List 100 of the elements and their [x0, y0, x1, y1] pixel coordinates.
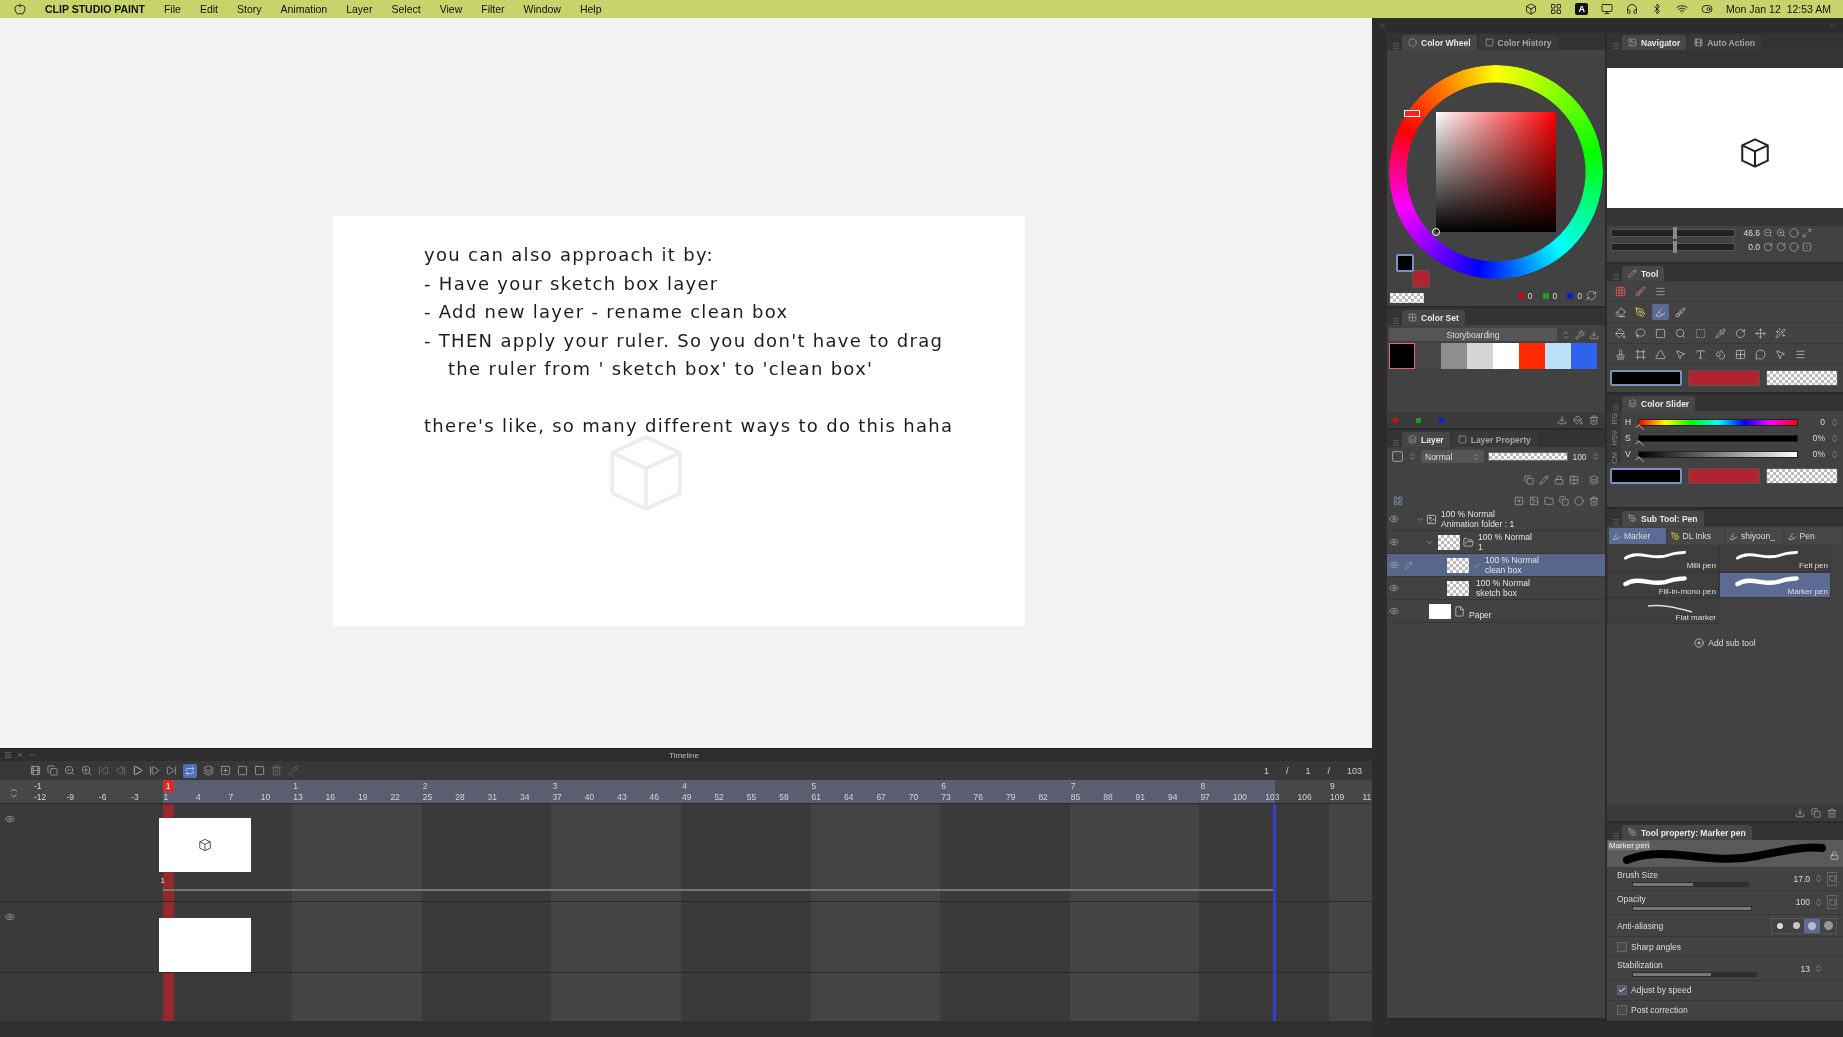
menu-item[interactable]: Select: [391, 3, 421, 15]
menu-item[interactable]: Edit: [199, 3, 218, 15]
opacity-value[interactable]: 100: [1572, 451, 1587, 462]
setting-label: Anti-aliasing: [1617, 920, 1664, 931]
layer-row[interactable]: 100 % Normal clean box: [1387, 554, 1605, 577]
frame-number: 94: [1168, 792, 1178, 802]
layer-mode: 100 % Normal: [1478, 532, 1532, 542]
second-label: 8: [1200, 781, 1206, 791]
sub-tool-item[interactable]: Marker pen: [1719, 572, 1831, 598]
frame-counter: 1: [1263, 765, 1269, 776]
sub-tool-item[interactable]: Felt pen: [1719, 546, 1831, 572]
frame-number: 61: [811, 792, 822, 802]
frame-number: 82: [1038, 792, 1048, 802]
frame-number: -9: [66, 792, 74, 802]
panel-tab[interactable]: Tool property: Marker pen: [1622, 825, 1752, 840]
sub-tool-group-tab[interactable]: Marker: [1609, 528, 1666, 544]
frame-number: 11: [1362, 792, 1372, 802]
menu-item[interactable]: Window: [523, 3, 561, 15]
slider-label: V: [1625, 449, 1632, 459]
frame-number: 43: [617, 792, 627, 802]
frame-number: 49: [682, 792, 692, 802]
menu-item[interactable]: File: [163, 3, 181, 15]
frame-counter: /: [1327, 765, 1330, 776]
panel-tab[interactable]: Tool: [1622, 266, 1665, 281]
sub-tool-name: Marker pen: [1787, 587, 1828, 596]
color-set-select[interactable]: Storyboarding: [1389, 328, 1557, 341]
zoom-value: 46.6: [1742, 228, 1760, 238]
layer-name: sketch box: [1476, 588, 1518, 598]
sub-tool-group-tab[interactable]: Pen: [1784, 528, 1841, 544]
second-label: 1: [293, 781, 298, 791]
menu-item[interactable]: View: [439, 3, 463, 15]
menu-item[interactable]: Help: [579, 3, 602, 15]
panel-tab[interactable]: Layer: [1402, 432, 1450, 447]
sub-tool-group-tab[interactable]: DL Inks: [1667, 528, 1724, 544]
layer-mode: 100 % Normal: [1476, 578, 1530, 588]
note-line: - THEN apply your ruler. So you don't have to drag: [424, 328, 944, 353]
timeline-title: Timeline: [669, 750, 699, 760]
note-line: there's like, so many different ways to do this haha: [424, 414, 954, 438]
panel-tab[interactable]: Color Slider: [1622, 396, 1696, 411]
add-sub-tool-button[interactable]: Add sub tool: [1694, 638, 1756, 648]
menu-item[interactable]: Filter: [481, 3, 505, 15]
frame-number: 4: [196, 792, 201, 802]
layer-row[interactable]: Paper: [1387, 600, 1605, 623]
sub-tool-item[interactable]: Milli pen: [1607, 546, 1719, 572]
frame-number: 100: [1232, 792, 1247, 802]
note-line: - Add new layer - rename clean box: [424, 300, 789, 324]
layer-name: 1: [1478, 542, 1484, 552]
sub-tool-name: Fill-in-mono pen: [1658, 587, 1716, 596]
frame-number: 106: [1297, 792, 1312, 802]
setting-label: Stabilization: [1617, 960, 1664, 971]
frame-number: 28: [455, 792, 465, 802]
channel-value: 0: [1577, 290, 1582, 301]
frame-number: 13: [293, 792, 303, 802]
setting-value[interactable]: 100: [1795, 897, 1810, 908]
frame-number: -3: [131, 792, 139, 802]
frame-number: 52: [714, 792, 724, 802]
panel-tab[interactable]: Color Set: [1402, 310, 1465, 325]
frame-ruler[interactable]: -1 1 1 2 3 4 5 6 7 8 9 -12 -9 -6 -3 1 4 7 10 13 16 19 22 25 28 31 34 37 40 43 46 49 52 55 58 61 64 67 70 73 76 79 82 85 88 91 94 97 100 103 106 109 11: [0, 780, 1372, 804]
frame-number: 88: [1103, 792, 1113, 802]
setting-value[interactable]: 17.0: [1793, 873, 1810, 884]
menu-clock[interactable]: Mon Jan 12 12:53 AM: [1725, 3, 1831, 15]
sub-tool-name: Milli pen: [1686, 561, 1716, 570]
panel-tab[interactable]: Layer Property: [1451, 432, 1537, 447]
input-source-badge[interactable]: A: [1575, 3, 1588, 15]
panel-tab[interactable]: Auto Action: [1688, 35, 1762, 50]
channel-value: 0: [1552, 290, 1558, 301]
menu-item[interactable]: Layer: [346, 3, 373, 15]
frame-counter: 103: [1346, 765, 1362, 776]
sub-tool-group-tab[interactable]: shiyoon_: [1726, 528, 1783, 544]
slider-value[interactable]: 0: [1803, 417, 1825, 427]
second-label: 5: [811, 781, 817, 791]
layer-row[interactable]: 100 % Normal Animation folder : 1: [1387, 508, 1605, 531]
setting-value[interactable]: 13: [1800, 963, 1810, 974]
setting-label: Brush Size: [1617, 870, 1660, 881]
panel-tab[interactable]: Color History: [1478, 35, 1558, 50]
frame-number: 103: [1265, 792, 1280, 802]
panel-tab[interactable]: Color Wheel: [1402, 35, 1477, 50]
current-frame-marker[interactable]: 1: [162, 780, 174, 792]
frame-number: 7: [228, 792, 234, 802]
panel-tab[interactable]: Navigator: [1622, 35, 1687, 50]
frame-number: 79: [1006, 792, 1016, 802]
layer-name: Paper: [1469, 610, 1492, 620]
slider-value[interactable]: 0%: [1803, 433, 1825, 443]
second-label: 6: [941, 781, 946, 791]
frame-number: 67: [876, 792, 886, 802]
rotation-value: 0.0: [1747, 242, 1760, 252]
second-label: -1: [34, 781, 42, 791]
blend-mode-select[interactable]: Normal: [1421, 450, 1485, 463]
sub-tool-item[interactable]: Fill-in-mono pen: [1607, 572, 1719, 598]
panel-tab[interactable]: Sub Tool: Pen: [1622, 511, 1704, 526]
menu-item[interactable]: Story: [236, 3, 262, 15]
channel-value: 0: [1527, 290, 1533, 301]
frame-number: 31: [487, 792, 498, 802]
frame-number: 19: [358, 792, 368, 802]
frame-number: 85: [1070, 792, 1081, 802]
menu-item[interactable]: Animation: [280, 3, 328, 15]
slider-value[interactable]: 0%: [1803, 449, 1825, 459]
layer-row[interactable]: 100 % Normal sketch box: [1387, 577, 1605, 600]
sub-tool-item[interactable]: Flat marker: [1607, 598, 1719, 624]
app-name[interactable]: CLIP STUDIO PAINT: [45, 3, 145, 15]
